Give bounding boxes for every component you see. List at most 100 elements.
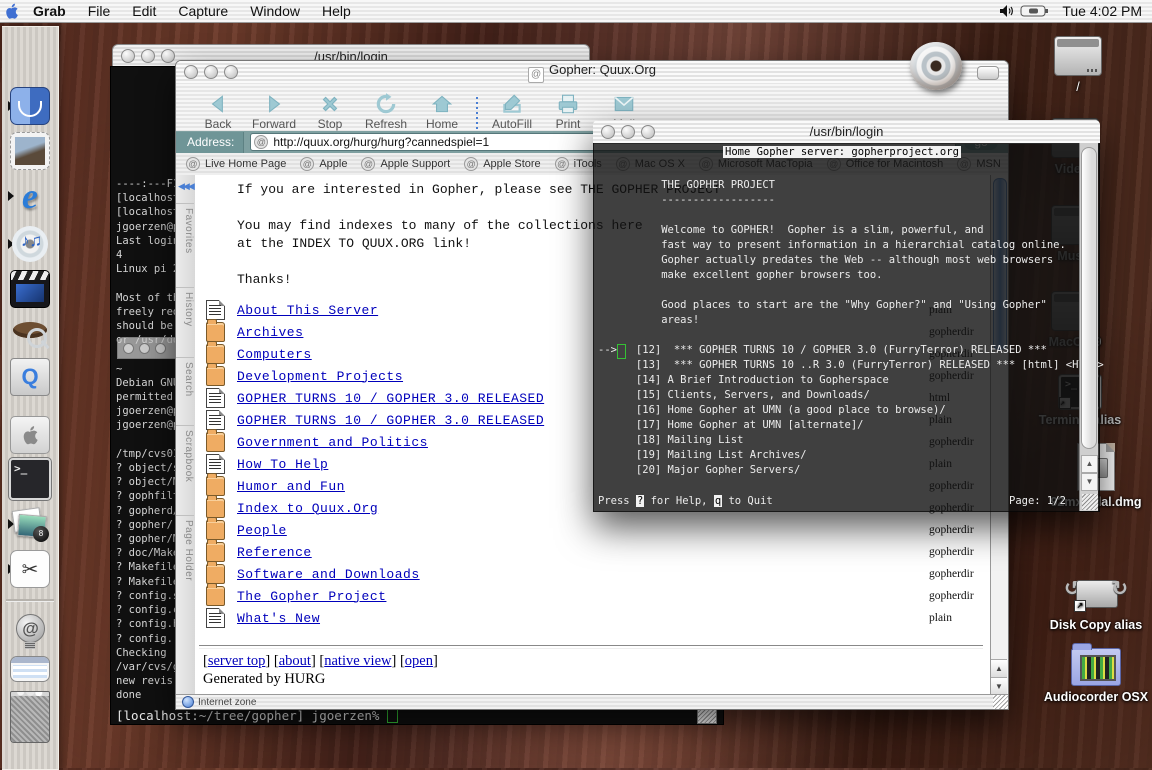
desktop-icon-audiocorder[interactable]: Audiocorder OSX xyxy=(1040,648,1152,704)
desktop-icon-root-disk[interactable]: / xyxy=(1033,36,1123,94)
browser-titlebar[interactable]: @Gopher: Quux.Org xyxy=(176,61,1008,84)
dock-item-imovie[interactable] xyxy=(9,269,51,309)
hard-disk-icon xyxy=(1054,36,1102,76)
dock-item-internet-explorer[interactable]: e xyxy=(9,176,51,216)
collapse-widget-icon[interactable] xyxy=(977,66,999,80)
favorite-icon: @ xyxy=(555,157,569,171)
zoom-icon[interactable] xyxy=(641,125,655,139)
tab-scrapbook[interactable]: Scrapbook xyxy=(176,425,194,510)
power-adapter-icon[interactable] xyxy=(1018,4,1052,18)
back-button[interactable]: Back xyxy=(190,92,246,131)
disk-copy-icon: ↺↻↗ xyxy=(1068,568,1124,614)
list-item[interactable]: Referencegopherdir xyxy=(195,541,991,563)
volume-icon[interactable] xyxy=(996,4,1018,18)
quicktime-icon: Q xyxy=(10,358,50,396)
list-window-icon xyxy=(10,656,50,682)
dock-item-sherlock[interactable] xyxy=(9,314,51,354)
folder-icon xyxy=(206,564,225,584)
app-menu-grab[interactable]: Grab xyxy=(22,3,77,19)
address-label: Address: xyxy=(176,132,244,153)
apple-menu-icon[interactable] xyxy=(0,3,22,19)
server-top-link[interactable]: server top xyxy=(208,653,266,669)
menu-window[interactable]: Window xyxy=(239,3,311,19)
url-page-icon: @ xyxy=(254,135,268,149)
folder-icon xyxy=(206,586,225,606)
tab-history[interactable]: History xyxy=(176,287,194,354)
list-item[interactable]: The Gopher Projectgopherdir xyxy=(195,585,991,607)
menu-clock[interactable]: Tue 4:02 PM xyxy=(1052,3,1152,19)
terminal-window: /usr/bin/login Home Gopher server: gophe… xyxy=(593,120,1100,512)
document-icon xyxy=(206,388,225,408)
collapse-sidebar-icon[interactable]: ◀◀◀ xyxy=(178,181,193,192)
imovie-icon xyxy=(10,270,50,308)
terminal-body[interactable]: Home Gopher server: gopherproject.org TH… xyxy=(593,143,1100,512)
zoom-icon[interactable] xyxy=(161,49,175,63)
dock-item-quicktime[interactable]: Q xyxy=(9,357,51,397)
close-icon[interactable] xyxy=(601,125,615,139)
scroll-up-icon[interactable]: ▲ xyxy=(1081,455,1098,473)
resize-grip[interactable] xyxy=(1082,494,1098,510)
scroll-up-icon[interactable]: ▲ xyxy=(991,659,1007,677)
open-link[interactable]: open xyxy=(405,653,433,669)
favorite-live-home-page[interactable]: @Live Home Page xyxy=(186,157,286,171)
scrollbar-thumb[interactable] xyxy=(1081,147,1097,449)
menu-edit[interactable]: Edit xyxy=(121,3,167,19)
desktop-icon-disk-copy-alias[interactable]: ↺↻↗ Disk Copy alias xyxy=(1040,568,1152,632)
page-indicator: Page: 1/2 xyxy=(1009,495,1066,507)
sherlock-icon xyxy=(11,316,49,352)
document-icon xyxy=(206,608,225,628)
minimize-icon[interactable] xyxy=(204,65,218,79)
scroll-down-icon[interactable]: ▼ xyxy=(991,677,1007,695)
autofill-button[interactable]: AutoFill xyxy=(484,92,540,131)
dock-item-mail[interactable] xyxy=(9,131,51,171)
menu-bar: Grab File Edit Capture Window Help Tue 4… xyxy=(0,0,1152,23)
tab-favorites[interactable]: Favorites xyxy=(176,203,194,284)
scroll-down-icon[interactable]: ▼ xyxy=(1081,473,1098,491)
dock-item-terminal[interactable]: >_ xyxy=(9,459,51,499)
cd-disc-icon[interactable] xyxy=(910,42,962,90)
trash-icon xyxy=(10,691,50,743)
resize-grip[interactable] xyxy=(993,695,1008,709)
dock-item-image-capture[interactable]: 8 xyxy=(9,504,51,544)
favorite-apple-support[interactable]: @Apple Support xyxy=(361,157,450,171)
vertical-scrollbar[interactable]: ▲ ▼ xyxy=(1079,143,1098,511)
native-view-link[interactable]: native view xyxy=(324,653,391,669)
refresh-button[interactable]: Refresh xyxy=(358,92,414,131)
menu-capture[interactable]: Capture xyxy=(167,3,239,19)
list-item[interactable]: Software and Downloadsgopherdir xyxy=(195,563,991,585)
list-item[interactable]: Peoplegopherdir xyxy=(195,519,991,541)
about-link[interactable]: about xyxy=(279,653,311,669)
dock-item-trash[interactable] xyxy=(9,689,51,745)
window-title: /usr/bin/login xyxy=(593,124,1100,139)
dock-item-clipping[interactable]: ✂ xyxy=(9,549,51,589)
favorite-apple[interactable]: @Apple xyxy=(300,157,347,171)
folder-icon xyxy=(206,344,225,364)
favorite-icon: @ xyxy=(300,157,314,171)
photos-icon: 8 xyxy=(11,506,49,542)
home-button[interactable]: Home xyxy=(414,92,470,131)
favorite-apple-store[interactable]: @Apple Store xyxy=(464,157,540,171)
print-button[interactable]: Print xyxy=(540,92,596,131)
tab-search[interactable]: Search xyxy=(176,357,194,422)
menu-help[interactable]: Help xyxy=(311,3,362,19)
menu-file[interactable]: File xyxy=(77,3,122,19)
minimize-icon[interactable] xyxy=(621,125,635,139)
dock-item-process-viewer[interactable] xyxy=(9,655,51,683)
close-icon[interactable] xyxy=(121,49,135,63)
zoom-icon[interactable] xyxy=(224,65,238,79)
list-item[interactable]: What's Newplain xyxy=(195,607,991,629)
gopher-server-header: Home Gopher server: gopherproject.org xyxy=(723,146,961,158)
close-icon[interactable] xyxy=(184,65,198,79)
dock-item-finder[interactable] xyxy=(9,86,51,126)
tab-page-holder[interactable]: Page Holder xyxy=(176,515,194,620)
dock-divider xyxy=(6,599,54,601)
generated-by-text: Generated by HURG xyxy=(203,671,325,688)
minimize-icon[interactable] xyxy=(141,49,155,63)
terminal-icon: >_ xyxy=(9,458,51,500)
dock-item-system-preferences[interactable] xyxy=(9,415,51,455)
dock-item-itunes[interactable]: ♪♫ xyxy=(9,224,51,264)
forward-button[interactable]: Forward xyxy=(246,92,302,131)
dock-item-mail-at[interactable]: @ xyxy=(9,611,51,651)
stop-button[interactable]: Stop xyxy=(302,92,358,131)
terminal-titlebar[interactable]: /usr/bin/login xyxy=(593,120,1100,144)
